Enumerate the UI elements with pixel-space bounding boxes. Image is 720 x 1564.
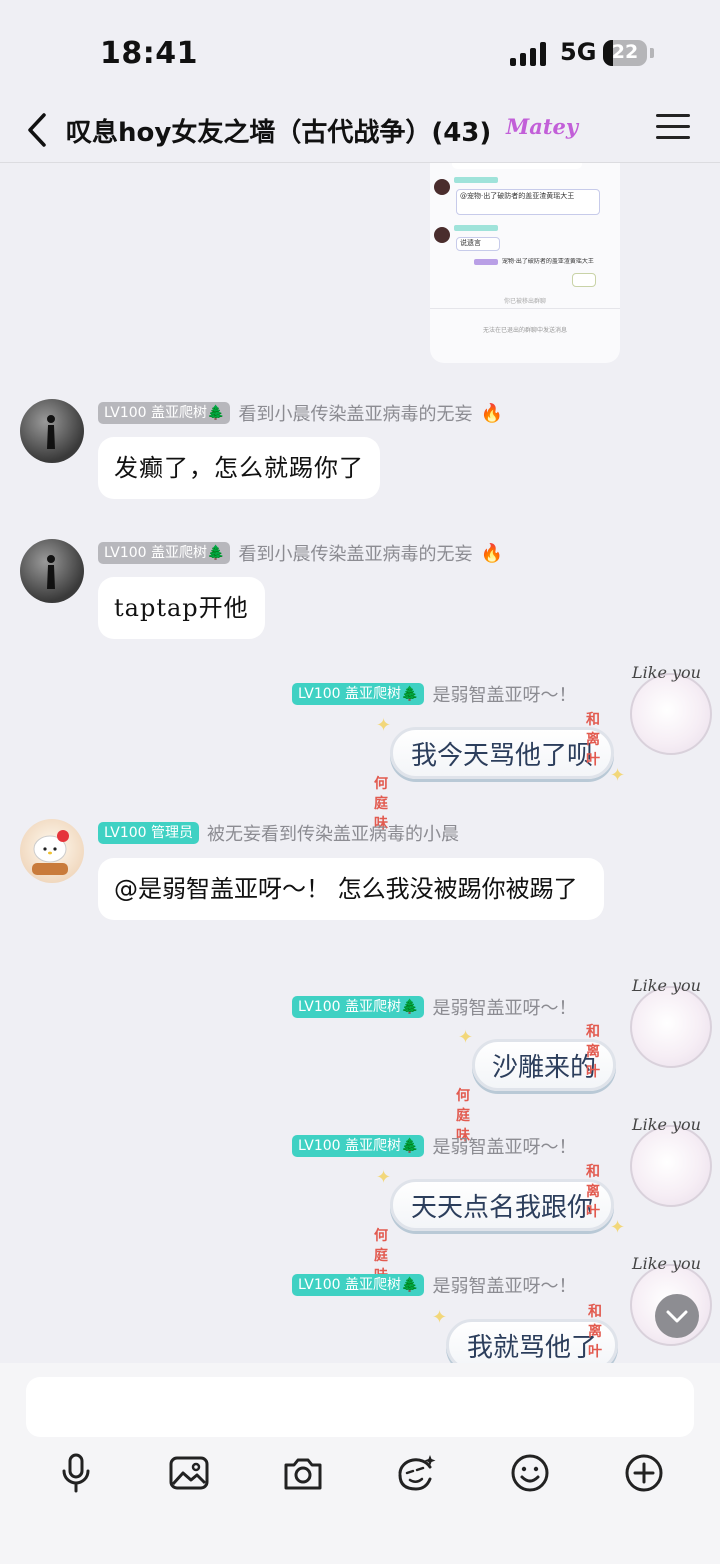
message-text: 我今天骂他了呗 (410, 740, 593, 771)
message-meta: LV100 盖亚爬树🌲 是弱智盖亚呀～！ (292, 681, 576, 707)
level-badge: LV100 盖亚爬树🌲 (292, 1274, 425, 1296)
composer (0, 1363, 720, 1564)
level-badge: LV100 盖亚爬树🌲 (292, 996, 425, 1018)
bubble-decor-top: 和离叶 (586, 712, 600, 768)
battery-tip (650, 48, 654, 58)
sender-name[interactable]: 看到小晨传染盖亚病毒的无妄 (238, 400, 472, 426)
preview-badge (454, 177, 498, 183)
mic-icon[interactable] (54, 1451, 98, 1495)
scroll-to-bottom-button[interactable] (655, 1294, 699, 1338)
message-bubble[interactable]: 天天点名我跟你 (390, 1179, 614, 1231)
bubble-decor-top: 和离叶 (588, 1304, 602, 1360)
network-type: 5G (560, 38, 597, 66)
like-you-decor: Like you (632, 663, 701, 682)
screenshot-image[interactable]: @宠物·出了破防者的盖亚渣黄瑶大王 说遗言 宠物·出了破防者的盖亚渣黄瑶大王 你… (430, 163, 620, 363)
message-meta: LV100 管理员 被无妄看到传染盖亚病毒的小晨 (98, 820, 459, 846)
preview-bubble (452, 163, 582, 169)
level-badge: LV100 盖亚爬树🌲 (98, 402, 231, 424)
level-badge: LV100 盖亚爬树🌲 (292, 683, 425, 705)
sender-name[interactable]: 是弱智盖亚呀～！ (432, 1133, 576, 1159)
group-badge: Matey (506, 114, 579, 139)
sparkle-icon: ✦ (432, 1307, 448, 1328)
camera-icon[interactable] (281, 1451, 325, 1495)
sparkle-icon: ✦ (458, 1027, 474, 1048)
preview-text: 宠物·出了破防者的盖亚渣黄瑶大王 (502, 258, 594, 265)
preview-badge (474, 259, 498, 265)
message-meta: LV100 盖亚爬树🌲 看到小晨传染盖亚病毒的无妄 🔥 (98, 540, 503, 566)
preview-avatar (434, 227, 450, 243)
like-you-decor: Like you (632, 976, 701, 995)
composer-toolbar (0, 1451, 720, 1495)
bubble-decor-top: 和离叶 (586, 1164, 600, 1220)
message-meta: LV100 盖亚爬树🌲 是弱智盖亚呀～！ (292, 994, 576, 1020)
avatar-pendant[interactable] (630, 673, 712, 755)
divider (430, 308, 620, 309)
sender-name[interactable]: 是弱智盖亚呀～！ (432, 681, 576, 707)
silhouette-icon (47, 415, 55, 449)
battery-level: 22 (611, 41, 639, 63)
kicked-notice: 你已被移出群聊 (503, 298, 546, 305)
message-meta: LV100 盖亚爬树🌲 是弱智盖亚呀～！ (292, 1272, 576, 1298)
avatar-pendant[interactable] (630, 986, 712, 1068)
bubble-decor-top: 和离叶 (586, 1024, 600, 1080)
message-bubble[interactable]: taptap开他 (98, 577, 265, 639)
image-icon[interactable] (167, 1451, 211, 1495)
message-meta: LV100 盖亚爬树🌲 看到小晨传染盖亚病毒的无妄 🔥 (98, 400, 503, 426)
fire-icon: 🔥 (480, 542, 503, 564)
level-badge: LV100 盖亚爬树🌲 (98, 542, 231, 564)
hello-kitty-icon (32, 830, 69, 875)
avatar[interactable] (20, 399, 84, 463)
sender-name[interactable]: 是弱智盖亚呀～！ (432, 994, 576, 1020)
sender-name[interactable]: 是弱智盖亚呀～！ (432, 1272, 576, 1298)
sparkle-icon: ✦ (610, 765, 626, 786)
plus-icon[interactable] (622, 1451, 666, 1495)
sender-name[interactable]: 被无妄看到传染盖亚病毒的小晨 (207, 820, 459, 846)
message-meta: LV100 盖亚爬树🌲 是弱智盖亚呀～！ (292, 1133, 576, 1159)
message-text: 天天点名我跟你 (410, 1192, 593, 1223)
preview-avatar (434, 179, 450, 195)
clock: 18:41 (100, 36, 198, 71)
preview-bubble: 说遗言 (456, 237, 500, 251)
message-list[interactable]: @宠物·出了破防者的盖亚渣黄瑶大王 说遗言 宠物·出了破防者的盖亚渣黄瑶大王 你… (0, 163, 720, 1363)
fire-icon: 🔥 (480, 402, 503, 424)
sparkle-icon: ✦ (376, 1167, 392, 1188)
menu-icon[interactable] (656, 114, 690, 144)
preview-bubble: @宠物·出了破防者的盖亚渣黄瑶大王 (456, 189, 600, 215)
level-badge: LV100 盖亚爬树🌲 (292, 1135, 425, 1157)
status-bar: 18:41 5G 22 (0, 0, 720, 100)
message-bubble[interactable]: 发癫了，怎么就踢你了 (98, 437, 380, 499)
sparkle-icon: ✦ (376, 715, 392, 736)
back-icon[interactable] (20, 110, 56, 150)
sticker-icon[interactable] (394, 1451, 438, 1495)
message-bubble[interactable]: 我今天骂他了呗 (390, 727, 614, 779)
message-input[interactable] (26, 1377, 694, 1437)
level-badge: LV100 管理员 (98, 822, 200, 844)
avatar-pendant[interactable] (630, 1125, 712, 1207)
chat-title[interactable]: 叹息hoy女友之墙（古代战争）(43) (66, 112, 491, 149)
like-you-decor: Like you (632, 1115, 701, 1134)
cannot-send-notice: 无法在已退出的群聊中发送消息 (482, 327, 567, 334)
battery-icon: 22 (603, 40, 647, 66)
avatar[interactable] (20, 819, 84, 883)
preview-badge (454, 225, 498, 231)
silhouette-icon (47, 555, 55, 589)
avatar[interactable] (20, 539, 84, 603)
sender-name[interactable]: 看到小晨传染盖亚病毒的无妄 (238, 540, 472, 566)
message-bubble[interactable]: @是弱智盖亚呀～！ 怎么我没被踢你被踢了 (98, 858, 604, 920)
preview-bubble (572, 273, 596, 287)
like-you-decor: Like you (632, 1254, 701, 1273)
chat-header: 叹息hoy女友之墙（古代战争）(43) Matey (0, 100, 720, 163)
signal-icon (510, 40, 546, 66)
chevron-down-icon (666, 1310, 688, 1323)
emoji-icon[interactable] (508, 1451, 552, 1495)
sparkle-icon: ✦ (610, 1217, 626, 1238)
